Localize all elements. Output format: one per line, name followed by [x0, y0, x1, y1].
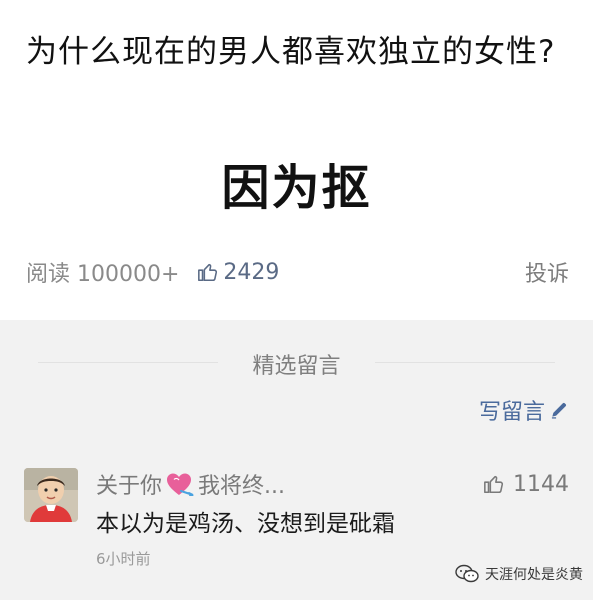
avatar[interactable]	[24, 468, 78, 522]
comment-header: 关于你 我将终... 1144	[96, 466, 569, 502]
article-title: 为什么现在的男人都喜欢独立的女性?	[26, 34, 556, 70]
comments-section-title: 精选留言	[0, 348, 593, 380]
comments-section: 精选留言 写留言 关于你 我将终... 1144 本以为是鸡汤、没想到是砒霜 6…	[0, 320, 593, 600]
commenter-name-suffix: 我将终...	[198, 474, 285, 499]
write-comment-label: 写留言	[478, 400, 545, 425]
read-count: 阅读 100000+	[26, 262, 180, 287]
article-punchline: 因为抠	[221, 160, 372, 216]
report-link[interactable]: 投诉	[525, 256, 569, 288]
thumbs-up-icon	[484, 475, 504, 494]
commenter-name[interactable]: 关于你 我将终...	[96, 468, 285, 500]
commenter-name-prefix: 关于你	[96, 474, 163, 499]
write-comment-button[interactable]: 写留言	[479, 394, 569, 426]
watermark-text: 天涯何处是炎黄	[485, 567, 583, 583]
watermark: 天涯何处是炎黄	[455, 564, 583, 584]
comment-text: 本以为是鸡汤、没想到是砒霜	[96, 511, 395, 537]
article-section: 为什么现在的男人都喜欢独立的女性? 因为抠 阅读 100000+ 2429 投诉	[0, 0, 593, 320]
comment-like-button[interactable]: 1144	[483, 472, 569, 497]
comment-body: 关于你 我将终... 1144 本以为是鸡汤、没想到是砒霜 6小时前	[96, 466, 569, 569]
comment-like-count: 1144	[513, 471, 569, 497]
article-meta: 阅读 100000+ 2429 投诉	[26, 255, 569, 289]
wechat-icon	[455, 564, 479, 583]
heart-icon	[167, 473, 195, 496]
pencil-icon	[551, 402, 567, 419]
avatar-photo	[24, 468, 78, 522]
thumbs-up-icon	[198, 263, 218, 282]
like-count: 2429	[223, 259, 280, 285]
like-button[interactable]: 2429	[197, 260, 279, 285]
